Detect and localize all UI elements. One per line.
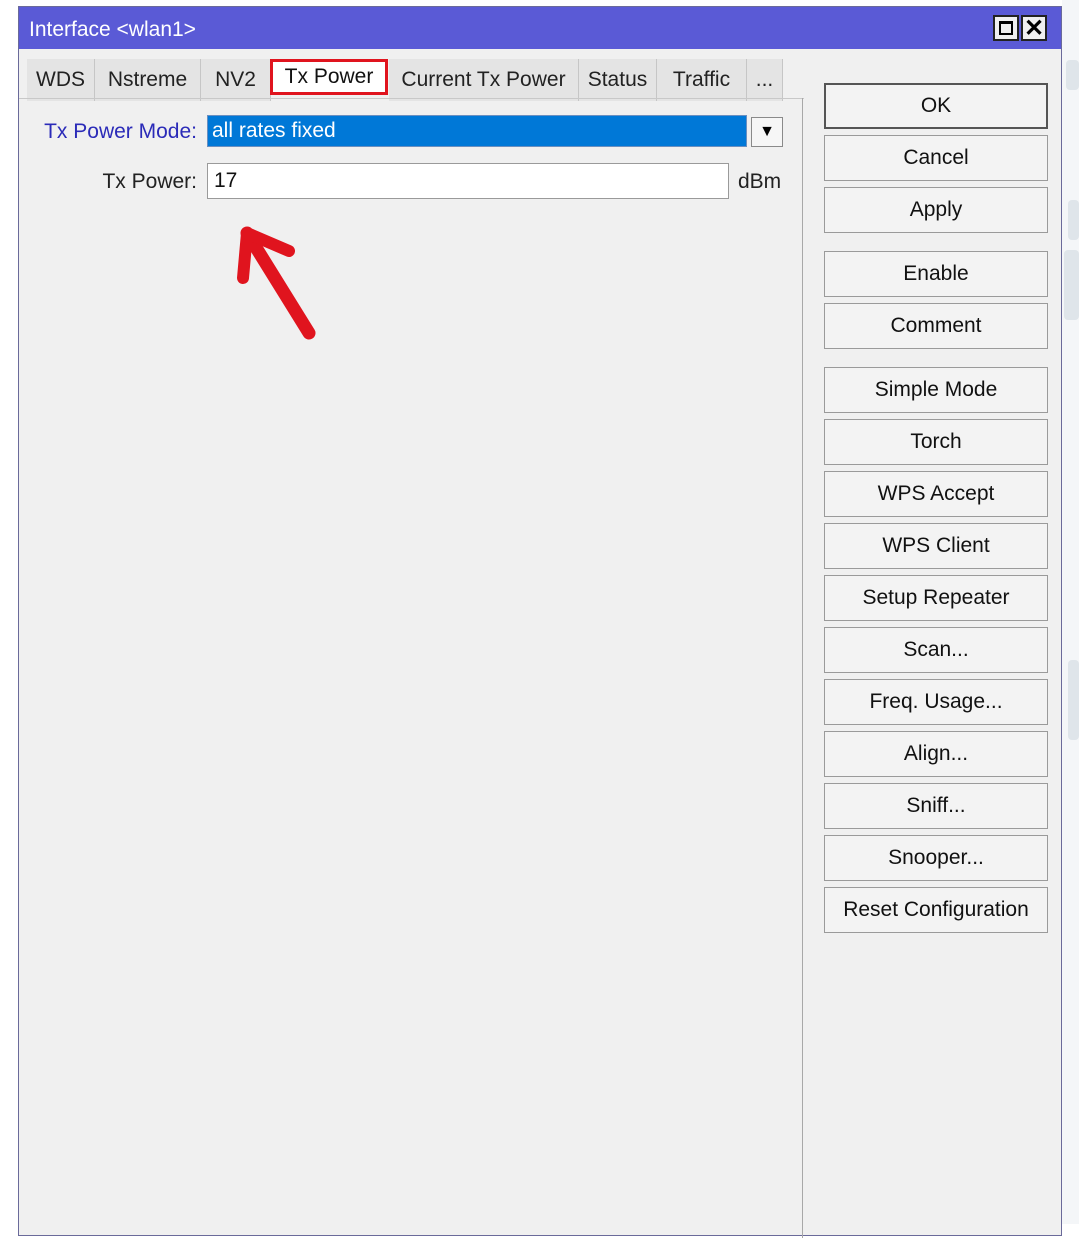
chevron-down-icon[interactable]: ▼ (751, 117, 783, 147)
tx-power-input[interactable]: 17 (207, 163, 729, 199)
title-bar[interactable]: Interface <wlan1> ✕ (19, 7, 1061, 49)
freq-usage-button[interactable]: Freq. Usage... (824, 679, 1048, 725)
wps-accept-button[interactable]: WPS Accept (824, 471, 1048, 517)
cancel-button[interactable]: Cancel (824, 135, 1048, 181)
tab-divider (19, 98, 804, 99)
torch-button[interactable]: Torch (824, 419, 1048, 465)
apply-button[interactable]: Apply (824, 187, 1048, 233)
scan-button[interactable]: Scan... (824, 627, 1048, 673)
wps-client-button[interactable]: WPS Client (824, 523, 1048, 569)
tx-power-mode-label: Tx Power Mode: (44, 120, 197, 143)
close-icon[interactable]: ✕ (1021, 15, 1047, 42)
window-title: Interface <wlan1> (29, 18, 196, 41)
maximize-icon[interactable] (993, 15, 1019, 41)
tab-nv2[interactable]: NV2 (201, 59, 271, 101)
tx-power-mode-select[interactable]: all rates fixed (207, 115, 747, 147)
background-desktop (1062, 0, 1079, 1224)
sniff-button[interactable]: Sniff... (824, 783, 1048, 829)
panel-divider (802, 98, 803, 1238)
tab-more[interactable]: ... (747, 59, 783, 101)
tab-tx-power[interactable]: Tx Power (270, 59, 388, 95)
interface-window: Interface <wlan1> ✕ WDS Nstreme NV2 Tx P… (18, 6, 1062, 1238)
red-arrow-icon (237, 226, 316, 340)
comment-button[interactable]: Comment (824, 303, 1048, 349)
tab-status[interactable]: Status (579, 59, 657, 101)
tab-traffic[interactable]: Traffic (657, 59, 747, 101)
snooper-button[interactable]: Snooper... (824, 835, 1048, 881)
reset-configuration-button[interactable]: Reset Configuration (824, 887, 1048, 933)
tab-nstreme[interactable]: Nstreme (95, 59, 201, 101)
simple-mode-button[interactable]: Simple Mode (824, 367, 1048, 413)
setup-repeater-button[interactable]: Setup Repeater (824, 575, 1048, 621)
align-button[interactable]: Align... (824, 731, 1048, 777)
ok-button[interactable]: OK (824, 83, 1048, 129)
tab-wds[interactable]: WDS (27, 59, 95, 101)
enable-button[interactable]: Enable (824, 251, 1048, 297)
tx-power-label: Tx Power: (102, 170, 197, 193)
tx-power-unit: dBm (738, 170, 782, 193)
tab-current-tx-power[interactable]: Current Tx Power (389, 59, 579, 101)
